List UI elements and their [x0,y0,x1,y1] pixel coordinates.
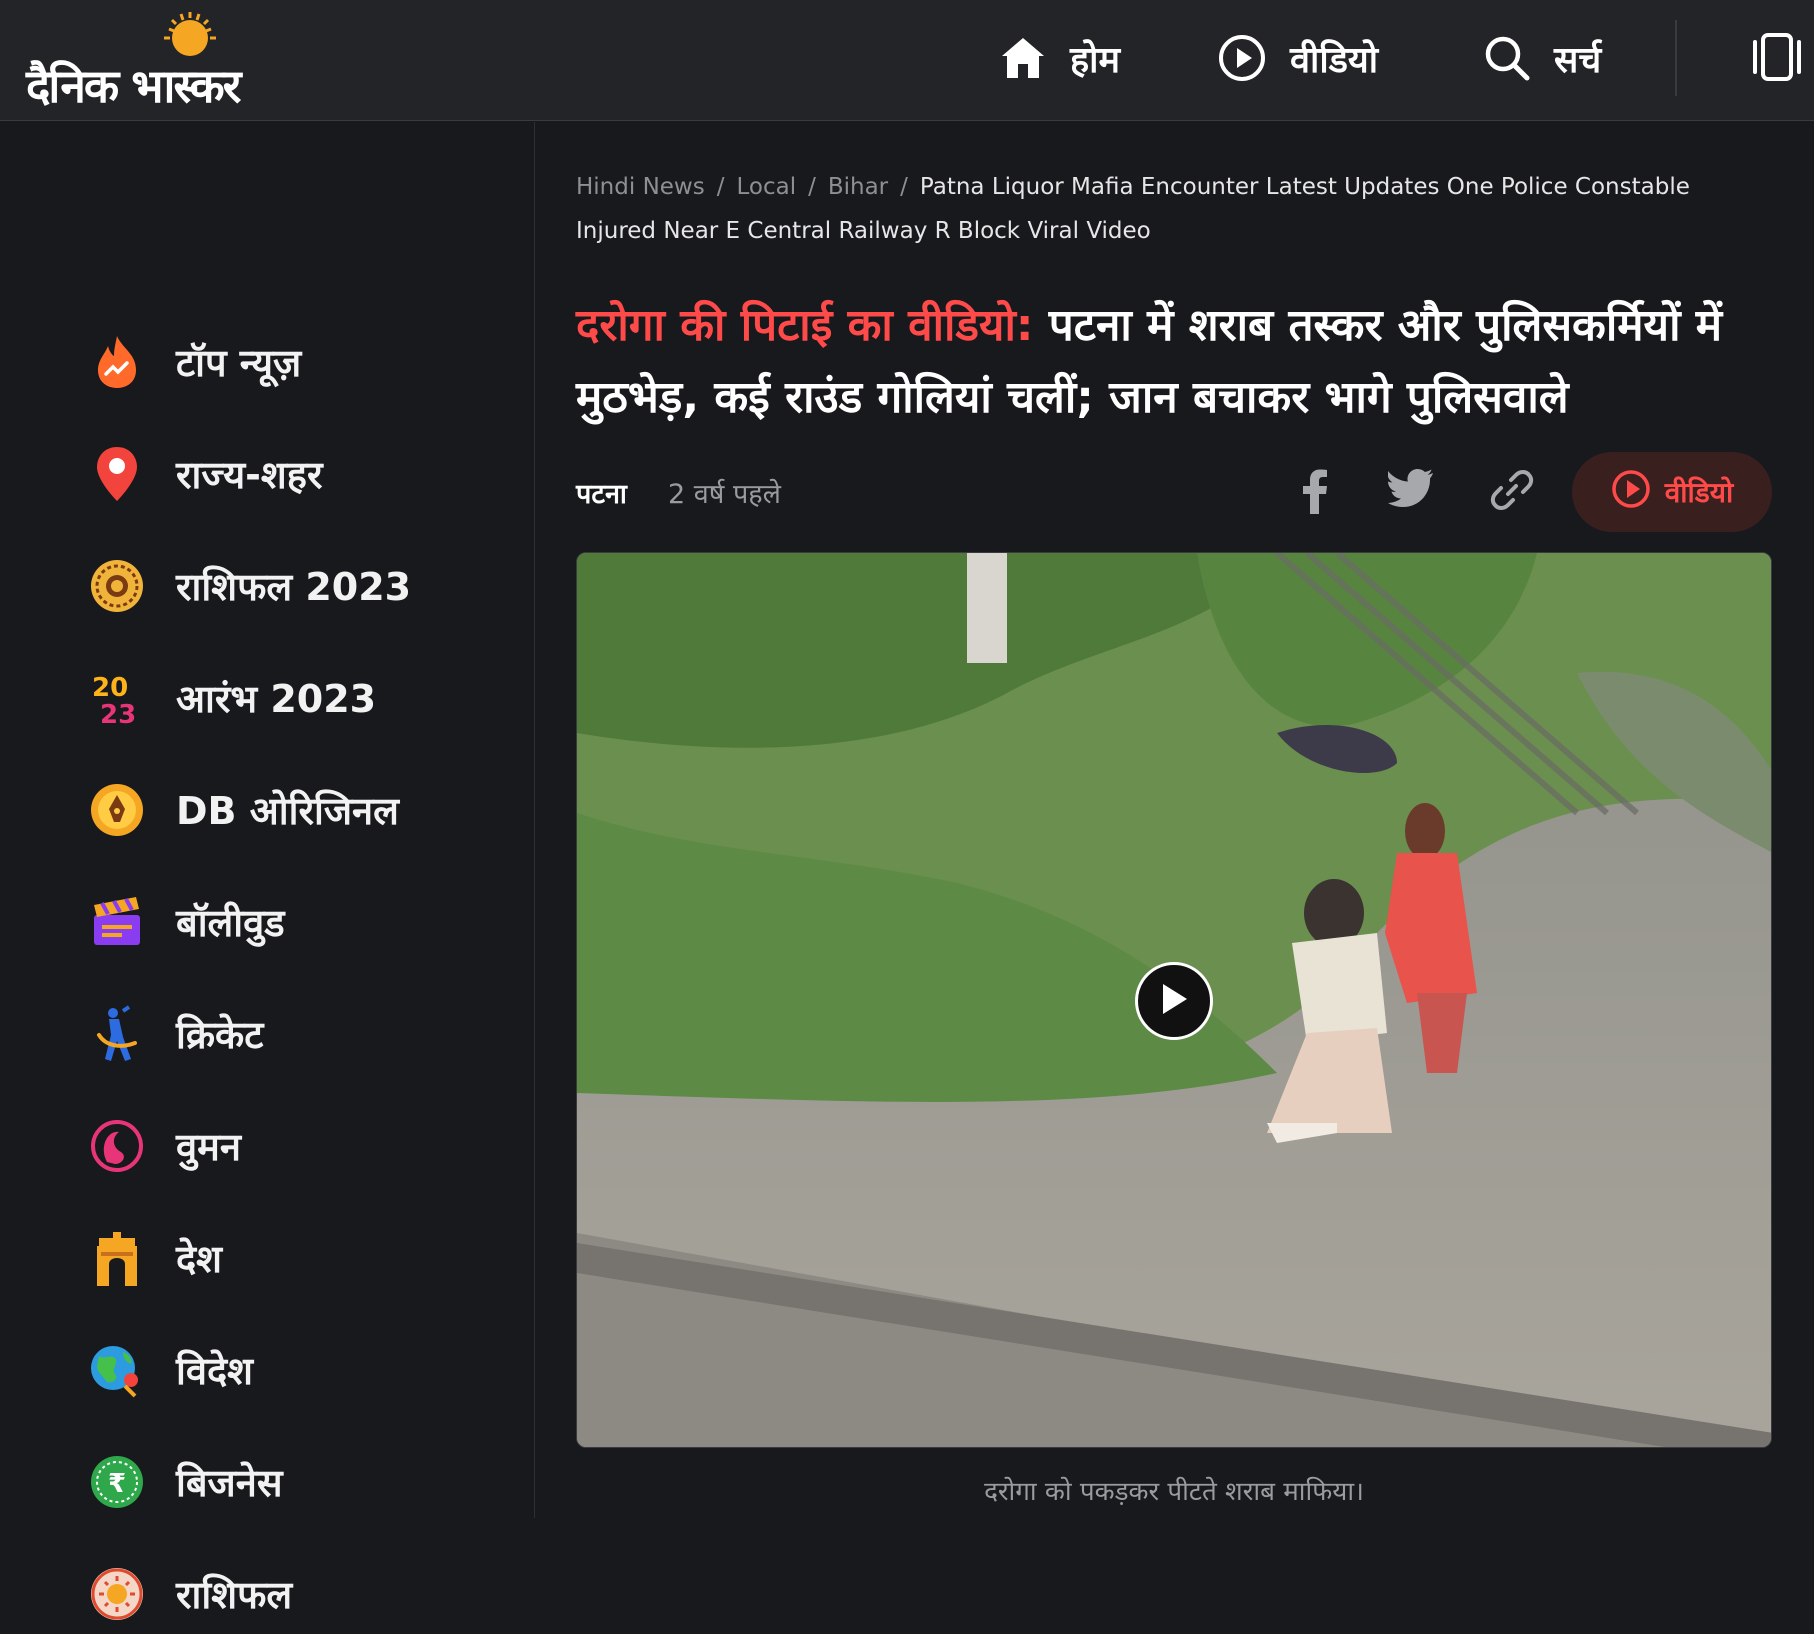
play-button[interactable] [1135,962,1213,1040]
sidebar: टॉप न्यूज़ राज्य-शहर राशिफल 2023 20 23 आर… [0,122,535,1620]
sidebar-item-cricket[interactable]: क्रिकेट [88,994,263,1074]
sidebar-item-label: टॉप न्यूज़ [176,341,302,385]
rupee-coin-icon: ₹ [88,1453,146,1511]
location-pin-icon [88,445,146,503]
breadcrumb-separator: / [900,174,908,200]
article-headline: दरोगा की पिटाई का वीडियो: पटना में शराब … [576,290,1766,434]
sidebar-item-label: बिजनेस [176,1461,283,1505]
pen-nib-icon [88,781,146,839]
breadcrumb-link-bihar[interactable]: Bihar [828,174,888,200]
menu-toggle[interactable] [1752,32,1802,86]
sidebar-item-label: राशिफल 2023 [176,565,412,609]
share-twitter-button[interactable] [1387,468,1434,512]
sidebar-item-db-original[interactable]: DB ओरिजिनल [88,770,399,850]
nav-home-label: होम [1070,39,1120,81]
play-circle-icon [1218,34,1266,82]
svg-text:23: 23 [100,700,136,727]
home-icon [1000,36,1046,80]
sidebar-item-aarambh-2023[interactable]: 20 23 आरंभ 2023 [88,658,376,738]
nav-video-label: वीडियो [1290,39,1379,81]
india-gate-icon [88,1229,146,1287]
sidebar-panel-icon [1752,33,1802,86]
clapperboard-icon [88,893,146,951]
zodiac-wheel-icon [88,557,146,615]
sidebar-item-woman[interactable]: वुमन [88,1106,241,1186]
article-time: 2 वर्ष पहले [668,479,781,510]
breadcrumb-separator: / [716,174,725,200]
woman-face-icon [88,1117,146,1175]
sidebar-item-label: देश [176,1237,223,1281]
site-logo[interactable]: दैनिक भास्कर [26,6,316,113]
sidebar-item-bollywood[interactable]: बॉलीवुड [88,882,285,962]
year-2023-icon: 20 23 [88,669,146,727]
nav-video[interactable]: वीडियो [1218,28,1378,88]
sidebar-item-rashifal-2023[interactable]: राशिफल 2023 [88,546,411,626]
breadcrumb-separator: / [808,174,816,200]
search-icon [1484,35,1530,81]
share-facebook-button[interactable] [1298,468,1330,518]
headline-kicker: दरोगा की पिटाई का वीडियो: [576,300,1034,351]
sidebar-item-label: DB ओरिजिनल [176,789,399,833]
globe-icon [88,1341,146,1399]
sidebar-item-label: राशिफल [176,1573,293,1617]
logo-text: दैनिक भास्कर [26,59,242,113]
sidebar-item-videsh[interactable]: विदेश [88,1330,253,1410]
nav-search-label: सर्च [1554,39,1602,81]
video-player[interactable] [576,552,1772,1448]
breadcrumb-link-hindi-news[interactable]: Hindi News [576,174,705,200]
nav-search[interactable]: सर्च [1484,28,1601,88]
sidebar-item-top-news[interactable]: टॉप न्यूज़ [88,322,301,402]
top-navbar: दैनिक भास्कर होम वीडियो सर्च [0,0,1814,121]
article-city[interactable]: पटना [576,474,627,511]
watch-video-label: वीडियो [1664,476,1734,509]
svg-text:20: 20 [92,673,128,703]
sidebar-item-states[interactable]: राज्य-शहर [88,434,323,514]
watch-video-button[interactable]: वीडियो [1572,452,1772,532]
svg-text:₹: ₹ [108,1469,126,1499]
play-circle-icon [1611,469,1651,516]
twitter-bird-icon [1387,469,1434,512]
breadcrumb-link-local[interactable]: Local [736,174,796,200]
sidebar-item-label: बॉलीवुड [176,901,285,945]
fire-trending-icon [88,333,146,391]
sidebar-item-label: विदेश [176,1349,253,1393]
sidebar-item-label: राज्य-शहर [176,453,323,497]
nav-divider [1675,20,1677,96]
link-icon [1490,470,1534,516]
play-icon [1159,982,1189,1020]
video-caption: दरोगा को पकड़कर पीटते शराब माफिया। [984,1477,1364,1507]
sidebar-item-label: आरंभ 2023 [176,677,377,721]
sun-zodiac-icon [88,1565,146,1623]
breadcrumb: Hindi News / Local / Bihar / Patna Liquor Mafi… [576,165,1772,253]
sidebar-item-business[interactable]: ₹ बिजनेस [88,1442,283,1522]
sidebar-item-label: वुमन [176,1125,241,1169]
sidebar-item-label: क्रिकेट [176,1013,264,1057]
sidebar-item-desh[interactable]: देश [88,1218,222,1298]
cricket-player-icon [88,1005,146,1063]
sidebar-item-rashifal[interactable]: राशिफल [88,1554,292,1634]
nav-home[interactable]: होम [1000,28,1120,88]
copy-link-button[interactable] [1490,468,1534,516]
facebook-icon [1298,469,1330,518]
